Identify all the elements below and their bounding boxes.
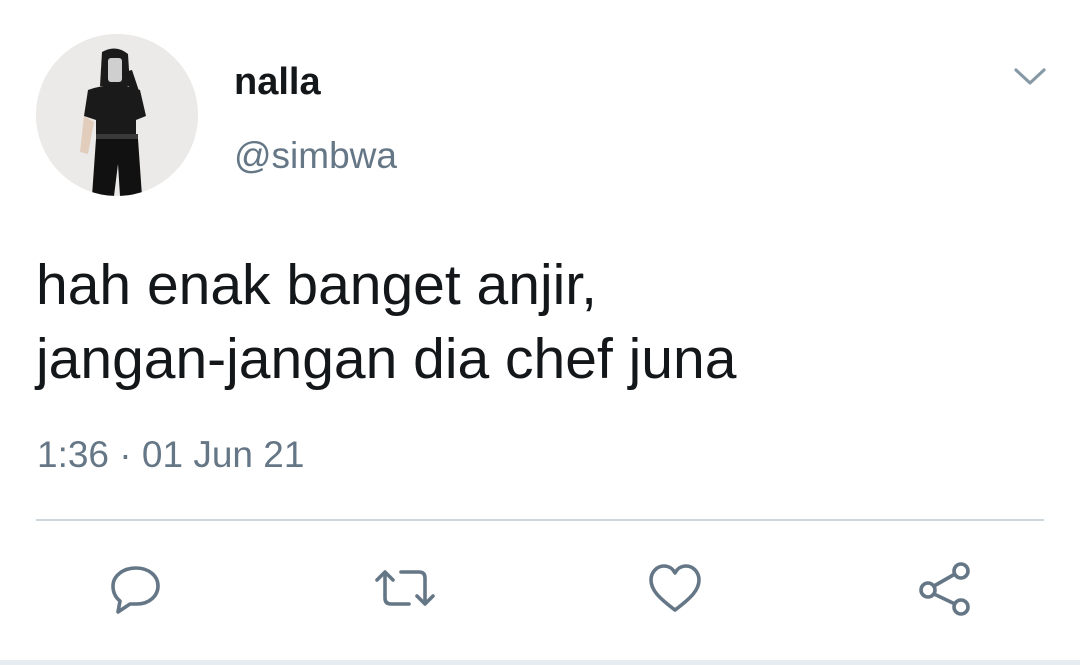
tweet-text-line: jangan-jangan dia chef juna: [36, 327, 737, 391]
heart-icon: [649, 564, 701, 612]
share-button[interactable]: [913, 558, 977, 618]
avatar[interactable]: [36, 34, 198, 196]
profile-photo: [36, 34, 198, 196]
reply-button[interactable]: [104, 558, 168, 618]
tweet-text: hah enak banget anjir, jangan-jangan dia…: [36, 248, 1046, 396]
tweet-text-line: hah enak banget anjir,: [36, 253, 597, 317]
tweet-timestamp[interactable]: 1:36 · 01 Jun 21: [37, 432, 304, 478]
display-name[interactable]: nalla: [234, 60, 321, 104]
tweet-card: nalla @simbwa hah enak banget anjir, jan…: [0, 0, 1080, 665]
bottom-divider: [0, 660, 1080, 665]
user-handle[interactable]: @simbwa: [234, 134, 397, 178]
share-icon: [919, 562, 970, 616]
retweet-button[interactable]: [373, 558, 437, 618]
action-bar: [0, 558, 1080, 618]
retweet-icon: [375, 570, 435, 606]
like-button[interactable]: [643, 558, 707, 618]
chevron-down-icon[interactable]: [1010, 62, 1050, 92]
divider: [36, 519, 1044, 521]
comment-icon: [111, 566, 160, 614]
